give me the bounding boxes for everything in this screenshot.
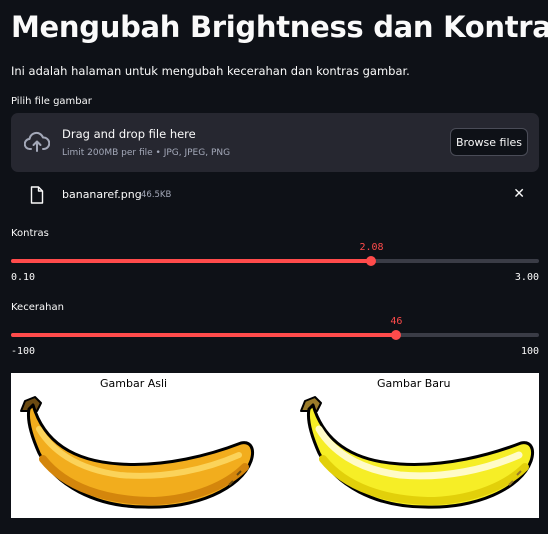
dropzone-limit: Limit 200MB per file • JPG, JPEG, PNG — [62, 148, 231, 158]
brightness-slider-fill — [11, 333, 397, 337]
browse-files-button[interactable]: Browse files — [450, 128, 528, 156]
contrast-slider-handle[interactable] — [366, 256, 377, 266]
contrast-slider-fill — [11, 259, 372, 263]
file-size: 46.5KB — [141, 190, 172, 200]
contrast-slider[interactable] — [11, 256, 539, 266]
brightness-min-label: -100 — [11, 346, 36, 357]
close-icon[interactable]: ✕ — [513, 186, 525, 202]
brightness-label: Kecerahan — [11, 302, 64, 313]
brightness-slider-handle[interactable] — [391, 330, 402, 340]
dropzone-instructions: Drag and drop file here — [62, 127, 196, 141]
new-banana-image — [300, 396, 535, 509]
file-name: bananaref.png — [62, 188, 142, 201]
file-dropzone[interactable]: Drag and drop file here Limit 200MB per … — [11, 113, 539, 172]
comparison-figure: Gambar Asli Gambar Baru — [11, 373, 539, 518]
page-subtitle: Ini adalah halaman untuk mengubah kecera… — [11, 64, 410, 78]
contrast-value: 2.08 — [359, 242, 384, 253]
page-title: Mengubah Brightness dan Kontras — [11, 10, 548, 44]
original-banana-image — [20, 396, 255, 509]
uploaded-file-item: bananaref.png 46.5KB ✕ — [11, 184, 539, 208]
brightness-value: 46 — [390, 316, 403, 327]
uploader-label: Pilih file gambar — [11, 96, 92, 107]
file-icon — [30, 186, 44, 208]
brightness-max-label: 100 — [520, 346, 539, 357]
contrast-label: Kontras — [11, 228, 49, 239]
contrast-min-label: 0.10 — [11, 272, 36, 283]
brightness-slider[interactable] — [11, 330, 539, 340]
contrast-max-label: 3.00 — [514, 272, 539, 283]
cloud-upload-icon — [23, 131, 51, 157]
